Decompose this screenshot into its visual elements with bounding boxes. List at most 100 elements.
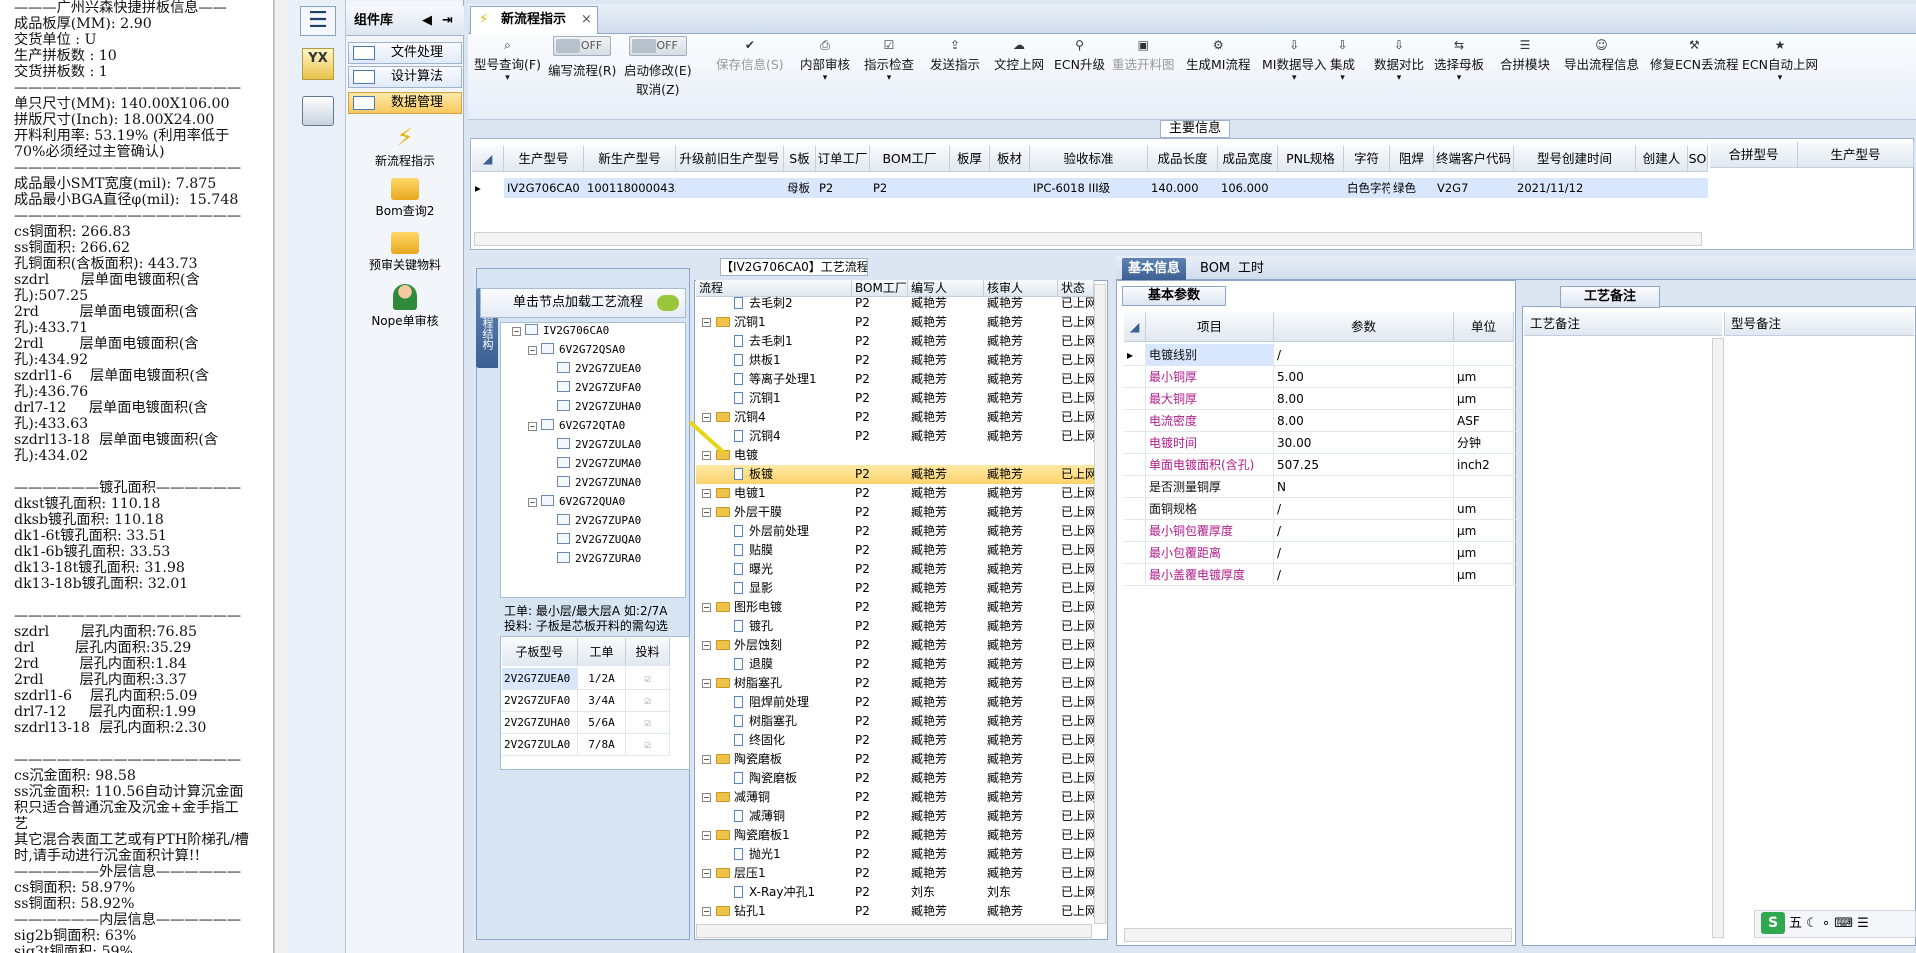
speech-bubble-icon[interactable]	[657, 295, 679, 311]
main-info-header[interactable]: 成品长度	[1148, 146, 1218, 172]
tool-nope-review[interactable]: Nope单审核	[350, 284, 460, 329]
main-info-header[interactable]: 升级前旧生产型号	[676, 146, 784, 172]
main-info-cell[interactable]: 106.000	[1218, 178, 1278, 198]
toggle-switch[interactable]: OFF	[628, 36, 687, 56]
detail-row[interactable]: 电镀时间 30.00 分钟	[1124, 432, 1518, 454]
detail-value[interactable]: /	[1274, 520, 1454, 542]
process-row[interactable]: 去毛刺2 P2 臧艳芳 臧艳芳 已上网	[696, 294, 1094, 313]
process-row[interactable]: 退膜 P2 臧艳芳 臧艳芳 已上网	[696, 655, 1094, 674]
feed-checkbox[interactable]: ☑	[626, 734, 670, 756]
detail-row[interactable]: 是否测量铜厚 N	[1124, 476, 1518, 498]
tree-node[interactable]: 2V2G7ZULA0	[544, 438, 641, 451]
process-vscrollbar[interactable]	[1094, 284, 1106, 924]
process-row[interactable]: 沉铜1 P2 臧艳芳 臧艳芳 已上网	[696, 389, 1094, 408]
main-info-header[interactable]: 型号创建时间	[1514, 146, 1636, 172]
process-row[interactable]: 陶瓷磨板 − P2 臧艳芳 臧艳芳 已上网	[696, 750, 1094, 769]
sub-order-cell[interactable]: 7/8A	[578, 734, 626, 756]
dropdown-caret-icon[interactable]: ▾	[1374, 73, 1424, 83]
ribbon-button-3[interactable]: ✔ 保存信息(S)	[716, 38, 784, 73]
ribbon-button-12[interactable]: ⇩ 集成 ▾	[1330, 38, 1355, 83]
process-row[interactable]: 贴膜 P2 臧艳芳 臧艳芳 已上网	[696, 541, 1094, 560]
main-info-cell[interactable]	[990, 178, 1030, 198]
main-info-cell[interactable]: V2G7	[1434, 178, 1514, 198]
expand-icon[interactable]: −	[702, 318, 711, 327]
main-info-header[interactable]: 生产型号	[504, 146, 584, 172]
process-row[interactable]: 等离子处理1 P2 臧艳芳 臧艳芳 已上网	[696, 370, 1094, 389]
ribbon-button-18[interactable]: ★ ECN自动上网 ▾	[1742, 38, 1818, 83]
merge-header[interactable]: 合拼型号	[1710, 142, 1798, 168]
merge-header[interactable]: 生产型号	[1798, 142, 1914, 168]
process-row[interactable]: 图形电镀 − P2 臧艳芳 臧艳芳 已上网	[696, 598, 1094, 617]
tree-node[interactable]: − 6V2G72QUA0	[528, 495, 625, 508]
main-info-cell[interactable]: 绿色	[1390, 178, 1434, 198]
process-row[interactable]: 陶瓷磨板 P2 臧艳芳 臧艳芳 已上网	[696, 769, 1094, 788]
sub-model-cell[interactable]: 2V2G7ZULA0	[502, 734, 578, 756]
main-info-cell[interactable]: IPC-6018 III级	[1030, 178, 1148, 198]
detail-row[interactable]: 最小盖覆电镀厚度 / μm	[1124, 564, 1518, 586]
process-row[interactable]: 阻焊前处理 P2 臧艳芳 臧艳芳 已上网	[696, 693, 1094, 712]
library-item-file[interactable]: 文件处理	[348, 42, 462, 64]
main-info-cell[interactable]	[950, 178, 990, 198]
expand-icon[interactable]: −	[528, 422, 537, 431]
tool-bom-query[interactable]: Bom查询2	[350, 178, 460, 219]
tree-node[interactable]: 2V2G7ZUMA0	[544, 457, 641, 470]
ribbon-button-10[interactable]: ⚙ 生成MI流程	[1186, 38, 1250, 73]
main-info-header[interactable]: 新生产型号	[584, 146, 676, 172]
ribbon-button-7[interactable]: ☁ 文控上网	[994, 38, 1044, 73]
main-info-header[interactable]: BOM工厂	[870, 146, 950, 172]
process-row[interactable]: 电镀 −	[696, 446, 1094, 465]
ime-toolbar[interactable]: S五 ☾ ∘ ⌨ ☰	[1754, 910, 1916, 938]
dropdown-caret-icon[interactable]: ▾	[1742, 73, 1818, 83]
detail-row[interactable]: 最小包覆距离 / μm	[1124, 542, 1518, 564]
expand-icon[interactable]: −	[702, 793, 711, 802]
detail-value[interactable]: /	[1274, 542, 1454, 564]
expand-icon[interactable]: −	[528, 346, 537, 355]
process-row[interactable]: 减薄铜 P2 臧艳芳 臧艳芳 已上网	[696, 807, 1094, 826]
dropdown-caret-icon[interactable]: ▾	[1330, 73, 1355, 83]
process-row[interactable]: 钻孔1 − P2 臧艳芳 臧艳芳 已上网	[696, 902, 1094, 921]
calculator-icon[interactable]	[302, 96, 334, 126]
ribbon-button-11[interactable]: ⇩ MI数据导入 ▾	[1262, 38, 1326, 83]
process-row[interactable]: 板镀 P2 臧艳芳 臧艳芳 已上网	[696, 465, 1094, 484]
detail-tab[interactable]: 工时	[1232, 258, 1270, 280]
tree-node[interactable]: − 6V2G72QTA0	[528, 419, 625, 432]
main-info-header[interactable]: 板厚	[950, 146, 990, 172]
ribbon-button-15[interactable]: ☰ 合拼模块	[1500, 38, 1550, 73]
main-info-cell[interactable]: P2	[870, 178, 950, 198]
toggle-switch[interactable]: OFF	[553, 36, 612, 56]
ribbon-button-13[interactable]: ⇩ 数据对比 ▾	[1374, 38, 1424, 83]
ribbon-button-8[interactable]: ⚲ ECN升级	[1054, 38, 1105, 73]
expand-icon[interactable]: −	[702, 489, 711, 498]
detail-row[interactable]: 单面电镀面积(含孔) 507.25 inch2	[1124, 454, 1518, 476]
detail-tab[interactable]: 基本信息	[1122, 258, 1187, 280]
process-row[interactable]: 烘板1 P2 臧艳芳 臧艳芳 已上网	[696, 351, 1094, 370]
pin-icon[interactable]: ⇥	[442, 6, 453, 36]
sub-model-cell[interactable]: 2V2G7ZUHA0	[502, 712, 578, 734]
detail-value[interactable]: 8.00	[1274, 388, 1454, 410]
sub-order-cell[interactable]: 5/6A	[578, 712, 626, 734]
main-info-cell[interactable]	[1688, 178, 1708, 198]
tree-node[interactable]: 2V2G7ZUNA0	[544, 476, 641, 489]
ribbon-button-2[interactable]: OFF 启动修改(E) 取消(Z)	[624, 36, 692, 98]
tree-node[interactable]: − 6V2G72QSA0	[528, 343, 625, 356]
ribbon-button-sublabel[interactable]: 取消(Z)	[624, 79, 692, 98]
main-info-header[interactable]: 板材	[990, 146, 1030, 172]
sub-grid-header[interactable]: 子板型号	[502, 638, 578, 666]
expand-icon[interactable]: −	[702, 907, 711, 916]
process-row[interactable]: 外层蚀刻 − P2 臧艳芳 臧艳芳 已上网	[696, 636, 1094, 655]
expand-icon[interactable]: −	[702, 603, 711, 612]
process-hscrollbar[interactable]	[696, 924, 1092, 938]
sub-order-cell[interactable]: 1/2A	[578, 668, 626, 690]
detail-row[interactable]: 电流密度 8.00 ASF	[1124, 410, 1518, 432]
process-row[interactable]: 层压1 − P2 臧艳芳 臧艳芳 已上网	[696, 864, 1094, 883]
collapse-icon[interactable]: ◀	[422, 6, 432, 36]
notes-vscrollbar[interactable]	[1712, 338, 1724, 938]
expand-icon[interactable]: −	[702, 413, 711, 422]
main-info-header[interactable]: 验收标准	[1030, 146, 1148, 172]
main-info-cell[interactable]	[676, 178, 784, 198]
detail-value[interactable]: 30.00	[1274, 432, 1454, 454]
main-info-cell[interactable]: P2	[816, 178, 870, 198]
process-row[interactable]: 外层干膜 − P2 臧艳芳 臧艳芳 已上网	[696, 503, 1094, 522]
dropdown-caret-icon[interactable]: ▾	[800, 73, 850, 83]
detail-value[interactable]: 8.00	[1274, 410, 1454, 432]
